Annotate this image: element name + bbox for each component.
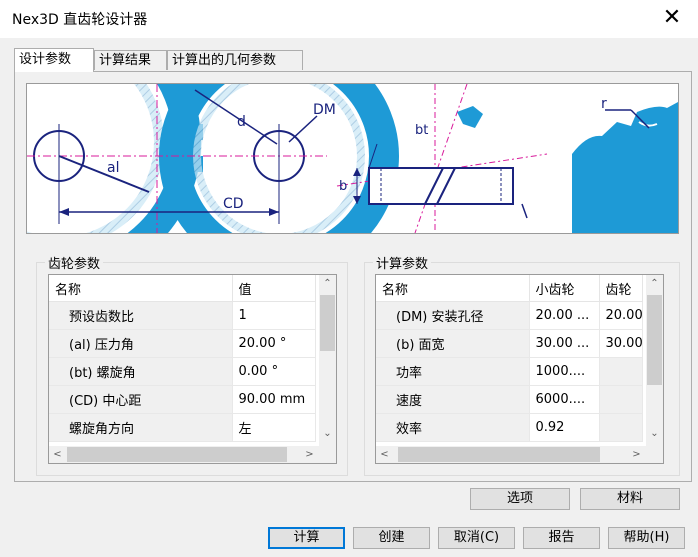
close-icon[interactable]: ✕ bbox=[660, 5, 684, 30]
calc-params-title: 计算参数 bbox=[373, 253, 432, 272]
param-name: 螺旋角方向 bbox=[49, 413, 233, 442]
table-row[interactable]: (DM) 安装孔径 20.00 ... 20.00 bbox=[376, 301, 643, 330]
gear-value bbox=[599, 357, 643, 386]
pinion-value[interactable]: 1000.... bbox=[529, 357, 600, 386]
scroll-thumb[interactable] bbox=[320, 295, 335, 351]
scroll-down-icon[interactable]: ⌄ bbox=[646, 425, 663, 442]
calc-params-grid[interactable]: 名称 小齿轮 齿轮 (DM) 安装孔径 20.00 ... 20.00 (b) … bbox=[375, 274, 664, 464]
tab-design-params[interactable]: 设计参数 bbox=[14, 48, 94, 72]
pinion-value[interactable]: 6000.... bbox=[529, 385, 600, 414]
table-row[interactable]: 预设齿数比 1 bbox=[49, 301, 316, 330]
gear-diagram-svg: al d DM CD b bt r bbox=[27, 84, 678, 233]
table-row[interactable]: 速度 6000.... bbox=[376, 385, 643, 414]
label-CD: CD bbox=[223, 196, 244, 212]
report-button[interactable]: 报告 bbox=[523, 527, 600, 549]
table-row[interactable]: (al) 压力角 20.00 ° bbox=[49, 329, 316, 358]
label-r: r bbox=[601, 96, 607, 112]
pinion-value[interactable]: 0.92 bbox=[529, 413, 600, 442]
param-name: 效率 bbox=[376, 413, 530, 442]
gear-diagram: al d DM CD b bt r bbox=[26, 83, 679, 234]
param-name: 预设齿数比 bbox=[49, 301, 233, 330]
tab-calc-results[interactable]: 计算结果 bbox=[94, 50, 167, 70]
scroll-left-icon[interactable]: < bbox=[376, 446, 393, 463]
column-header-name[interactable]: 名称 bbox=[49, 275, 233, 302]
scroll-thumb[interactable] bbox=[67, 447, 287, 462]
gear-value[interactable]: 30.00 bbox=[599, 329, 643, 358]
gear-value bbox=[599, 413, 643, 442]
scroll-right-icon[interactable]: > bbox=[628, 446, 645, 463]
gear-params-grid[interactable]: 名称 值 预设齿数比 1 (al) 压力角 20.00 ° (bt) 螺旋角 0… bbox=[48, 274, 337, 464]
pinion-value[interactable]: 30.00 ... bbox=[529, 329, 600, 358]
param-value[interactable]: 90.00 mm bbox=[232, 385, 316, 414]
param-value[interactable]: 1 bbox=[232, 301, 316, 330]
corner-gear: r bbox=[572, 96, 678, 233]
param-value[interactable]: 左 bbox=[232, 413, 316, 442]
window-title: Nex3D 直齿轮设计器 bbox=[12, 12, 148, 28]
help-button[interactable]: 帮助(H) bbox=[608, 527, 685, 549]
options-button[interactable]: 选项 bbox=[470, 488, 570, 510]
param-name: 功率 bbox=[376, 357, 530, 386]
label-d: d bbox=[237, 114, 246, 130]
gear-value bbox=[599, 385, 643, 414]
vertical-scrollbar[interactable]: ⌃ ⌄ bbox=[319, 275, 336, 446]
horizontal-scrollbar[interactable]: < > bbox=[376, 446, 663, 463]
title-bar: Nex3D 直齿轮设计器 ✕ bbox=[0, 0, 698, 38]
scroll-up-icon[interactable]: ⌃ bbox=[319, 275, 336, 292]
column-header-value[interactable]: 值 bbox=[232, 275, 316, 302]
scroll-thumb[interactable] bbox=[647, 295, 662, 385]
label-DM: DM bbox=[313, 102, 336, 118]
table-row[interactable]: (CD) 中心距 90.00 mm bbox=[49, 385, 316, 414]
table-row[interactable]: 螺旋角方向 左 bbox=[49, 413, 316, 442]
horizontal-scrollbar[interactable]: < > bbox=[49, 446, 336, 463]
scroll-up-icon[interactable]: ⌃ bbox=[646, 275, 663, 292]
param-name: (CD) 中心距 bbox=[49, 385, 233, 414]
label-b: b bbox=[339, 179, 347, 194]
table-row[interactable]: 功率 1000.... bbox=[376, 357, 643, 386]
scroll-thumb[interactable] bbox=[398, 447, 600, 462]
gear-params-title: 齿轮参数 bbox=[45, 253, 104, 272]
param-name: (DM) 安装孔径 bbox=[376, 301, 530, 330]
label-al: al bbox=[107, 160, 119, 176]
calculate-button[interactable]: 计算 bbox=[268, 527, 345, 549]
param-value[interactable]: 0.00 ° bbox=[232, 357, 316, 386]
scroll-right-icon[interactable]: > bbox=[301, 446, 318, 463]
param-name: (bt) 螺旋角 bbox=[49, 357, 233, 386]
param-name: (al) 压力角 bbox=[49, 329, 233, 358]
scroll-down-icon[interactable]: ⌄ bbox=[319, 425, 336, 442]
scroll-left-icon[interactable]: < bbox=[49, 446, 66, 463]
table-row[interactable]: 效率 0.92 bbox=[376, 413, 643, 442]
cancel-button[interactable]: 取消(C) bbox=[438, 527, 515, 549]
create-button[interactable]: 创建 bbox=[353, 527, 430, 549]
param-name: (b) 面宽 bbox=[376, 329, 530, 358]
table-row[interactable]: (bt) 螺旋角 0.00 ° bbox=[49, 357, 316, 386]
column-header-pinion[interactable]: 小齿轮 bbox=[529, 275, 600, 302]
pinion-value[interactable]: 20.00 ... bbox=[529, 301, 600, 330]
tab-geometry-params[interactable]: 计算出的几何参数 bbox=[167, 50, 303, 70]
vertical-scrollbar[interactable]: ⌃ ⌄ bbox=[646, 275, 663, 446]
param-value[interactable]: 20.00 ° bbox=[232, 329, 316, 358]
gear-value[interactable]: 20.00 bbox=[599, 301, 643, 330]
table-row[interactable]: (b) 面宽 30.00 ... 30.00 bbox=[376, 329, 643, 358]
column-header-name[interactable]: 名称 bbox=[376, 275, 530, 302]
material-button[interactable]: 材料 bbox=[580, 488, 680, 510]
param-name: 速度 bbox=[376, 385, 530, 414]
label-bt: bt bbox=[415, 123, 428, 138]
column-header-gear[interactable]: 齿轮 bbox=[599, 275, 643, 302]
